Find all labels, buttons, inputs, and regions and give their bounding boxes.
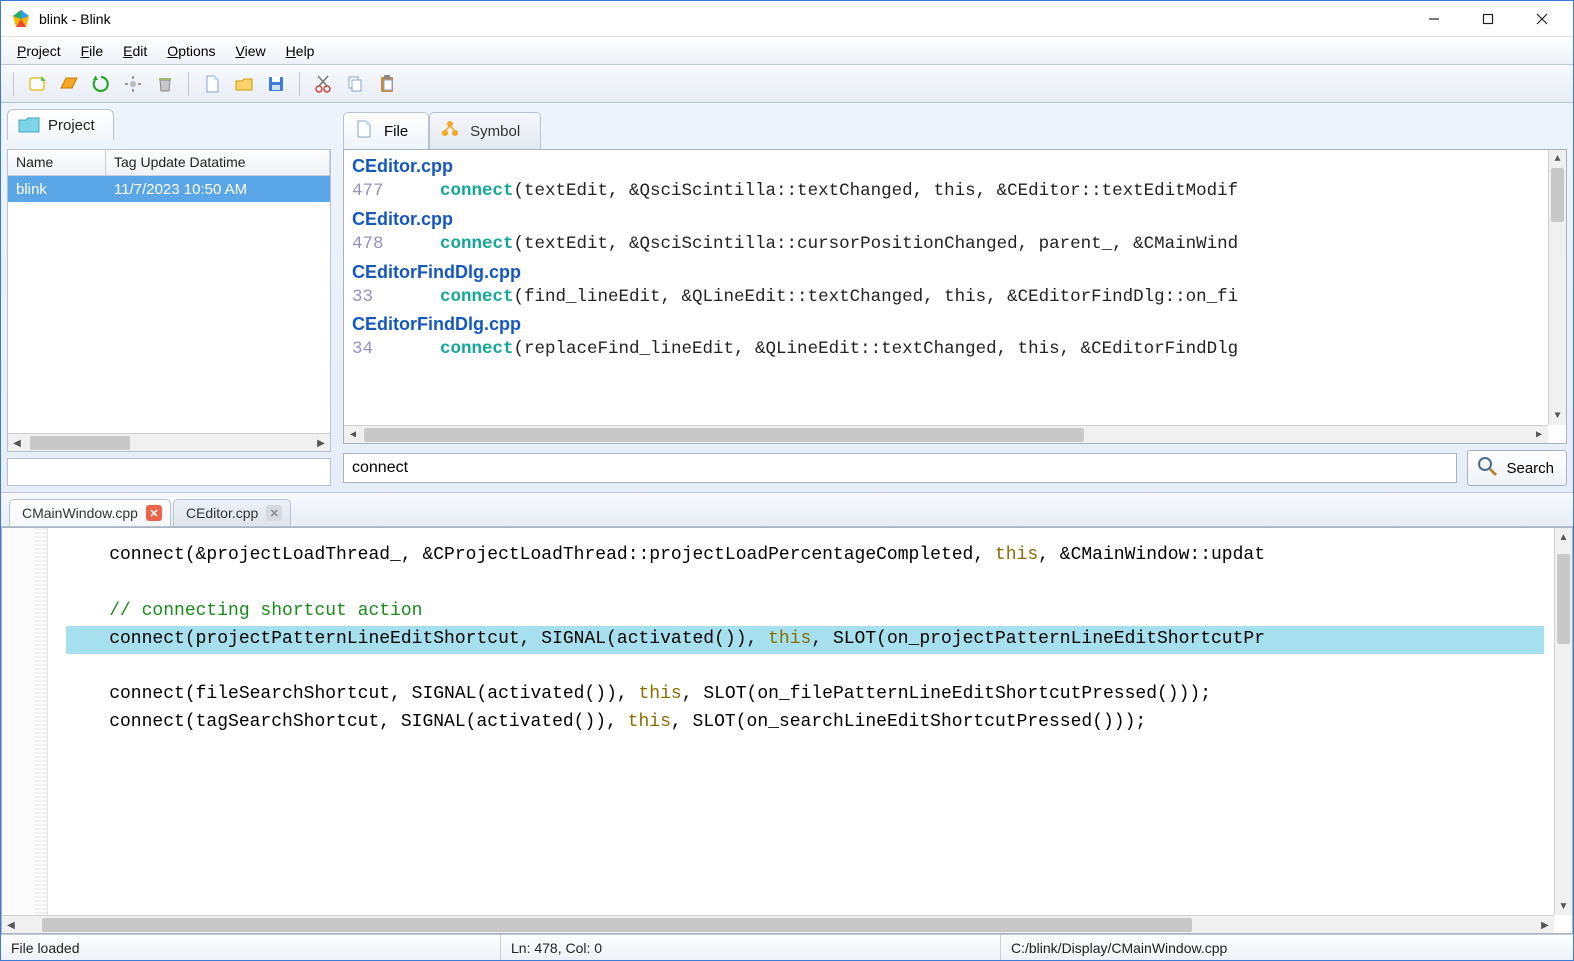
tab-file-label: File [384,123,408,140]
editor-area: CMainWindow.cpp ✕ CEditor.cpp ✕ connect(… [1,493,1573,934]
project-row-dt: 11/7/2023 10:50 AM [106,181,330,198]
result-line[interactable]: 477connect(textEdit, &QsciScintilla::tex… [352,177,1560,207]
search-results[interactable]: CEditor.cpp477connect(textEdit, &QsciSci… [343,149,1567,444]
search-icon [1476,455,1498,481]
col-datetime[interactable]: Tag Update Datatime [106,150,330,175]
close-tab-icon[interactable]: ✕ [146,505,162,521]
editor-tab-label: CMainWindow.cpp [22,505,138,521]
col-name[interactable]: Name [8,150,106,175]
save-icon[interactable] [261,69,291,99]
editor-tabs: CMainWindow.cpp ✕ CEditor.cpp ✕ [1,493,1573,527]
result-file[interactable]: CEditorFindDlg.cpp [352,262,1560,283]
settings-icon[interactable] [118,69,148,99]
minimize-button[interactable] [1407,1,1461,37]
editor-tab-cmainwindow[interactable]: CMainWindow.cpp ✕ [9,499,171,526]
paste-icon[interactable] [372,69,402,99]
editor-gutter [2,528,48,915]
menu-edit[interactable]: Edit [113,39,157,63]
menu-project[interactable]: Project [7,39,71,63]
search-button-label: Search [1506,460,1554,477]
result-file[interactable]: CEditorFindDlg.cpp [352,314,1560,335]
open-file-icon[interactable] [229,69,259,99]
title-bar: blink - Blink [1,1,1573,37]
tab-symbol[interactable]: Symbol [429,112,541,149]
result-line[interactable]: 478connect(textEdit, &QsciScintilla::cur… [352,230,1560,260]
toolbar [1,65,1573,103]
editor-hscrollbar[interactable]: ◀▶ [2,915,1554,933]
project-hscrollbar[interactable]: ◀▶ [8,433,330,451]
close-button[interactable] [1515,1,1569,37]
search-panel: File Symbol CEditor.cpp477connect(textEd… [337,103,1573,492]
menu-bar: Project File Edit Options View Help [1,37,1573,65]
project-filter-input[interactable] [7,458,331,486]
project-row-name: blink [8,181,106,198]
project-table-header: Name Tag Update Datatime [8,150,330,176]
window-title: blink - Blink [39,11,111,27]
trash-icon[interactable] [150,69,180,99]
tab-symbol-label: Symbol [470,123,520,140]
result-file[interactable]: CEditor.cpp [352,156,1560,177]
open-project-icon[interactable] [54,69,84,99]
results-vscrollbar[interactable]: ▲▼ [1548,150,1566,425]
project-panel: Project Name Tag Update Datatime blink 1… [1,103,337,492]
menu-file[interactable]: File [71,39,114,63]
project-tab[interactable]: Project [7,109,114,140]
status-left: File loaded [1,935,501,960]
result-line[interactable]: 33connect(find_lineEdit, &QLineEdit::tex… [352,283,1560,313]
result-line[interactable]: 34connect(replaceFind_lineEdit, &QLineEd… [352,335,1560,365]
editor-vscrollbar[interactable]: ▲▼ [1554,528,1572,915]
menu-view[interactable]: View [226,39,276,63]
search-button[interactable]: Search [1467,450,1567,486]
menu-options[interactable]: Options [157,39,225,63]
folder-icon [18,116,40,134]
results-hscrollbar[interactable]: ◀▶ [344,425,1548,443]
close-tab-icon[interactable]: ✕ [266,505,282,521]
project-row[interactable]: blink 11/7/2023 10:50 AM [8,176,330,202]
project-table: Name Tag Update Datatime blink 11/7/2023… [7,149,331,452]
upper-panels: Project Name Tag Update Datatime blink 1… [1,103,1573,493]
menu-help[interactable]: Help [276,39,325,63]
cut-icon[interactable] [308,69,338,99]
app-icon [11,9,31,29]
copy-icon[interactable] [340,69,370,99]
search-input[interactable] [343,453,1457,483]
status-bar: File loaded Ln: 478, Col: 0 C:/blink/Dis… [1,934,1573,960]
status-cursor: Ln: 478, Col: 0 [501,935,1001,960]
status-path: C:/blink/Display/CMainWindow.cpp [1001,935,1573,960]
symbol-icon [440,119,460,143]
code-editor[interactable]: connect(&projectLoadThread_, &CProjectLo… [1,527,1573,934]
new-file-icon[interactable] [197,69,227,99]
tab-file[interactable]: File [343,112,429,149]
new-project-icon[interactable] [22,69,52,99]
refresh-icon[interactable] [86,69,116,99]
result-file[interactable]: CEditor.cpp [352,209,1560,230]
code-content[interactable]: connect(&projectLoadThread_, &CProjectLo… [48,528,1554,915]
editor-tab-ceditor[interactable]: CEditor.cpp ✕ [173,499,291,526]
project-tab-label: Project [48,117,95,134]
editor-tab-label: CEditor.cpp [186,505,258,521]
maximize-button[interactable] [1461,1,1515,37]
file-icon [354,119,374,143]
